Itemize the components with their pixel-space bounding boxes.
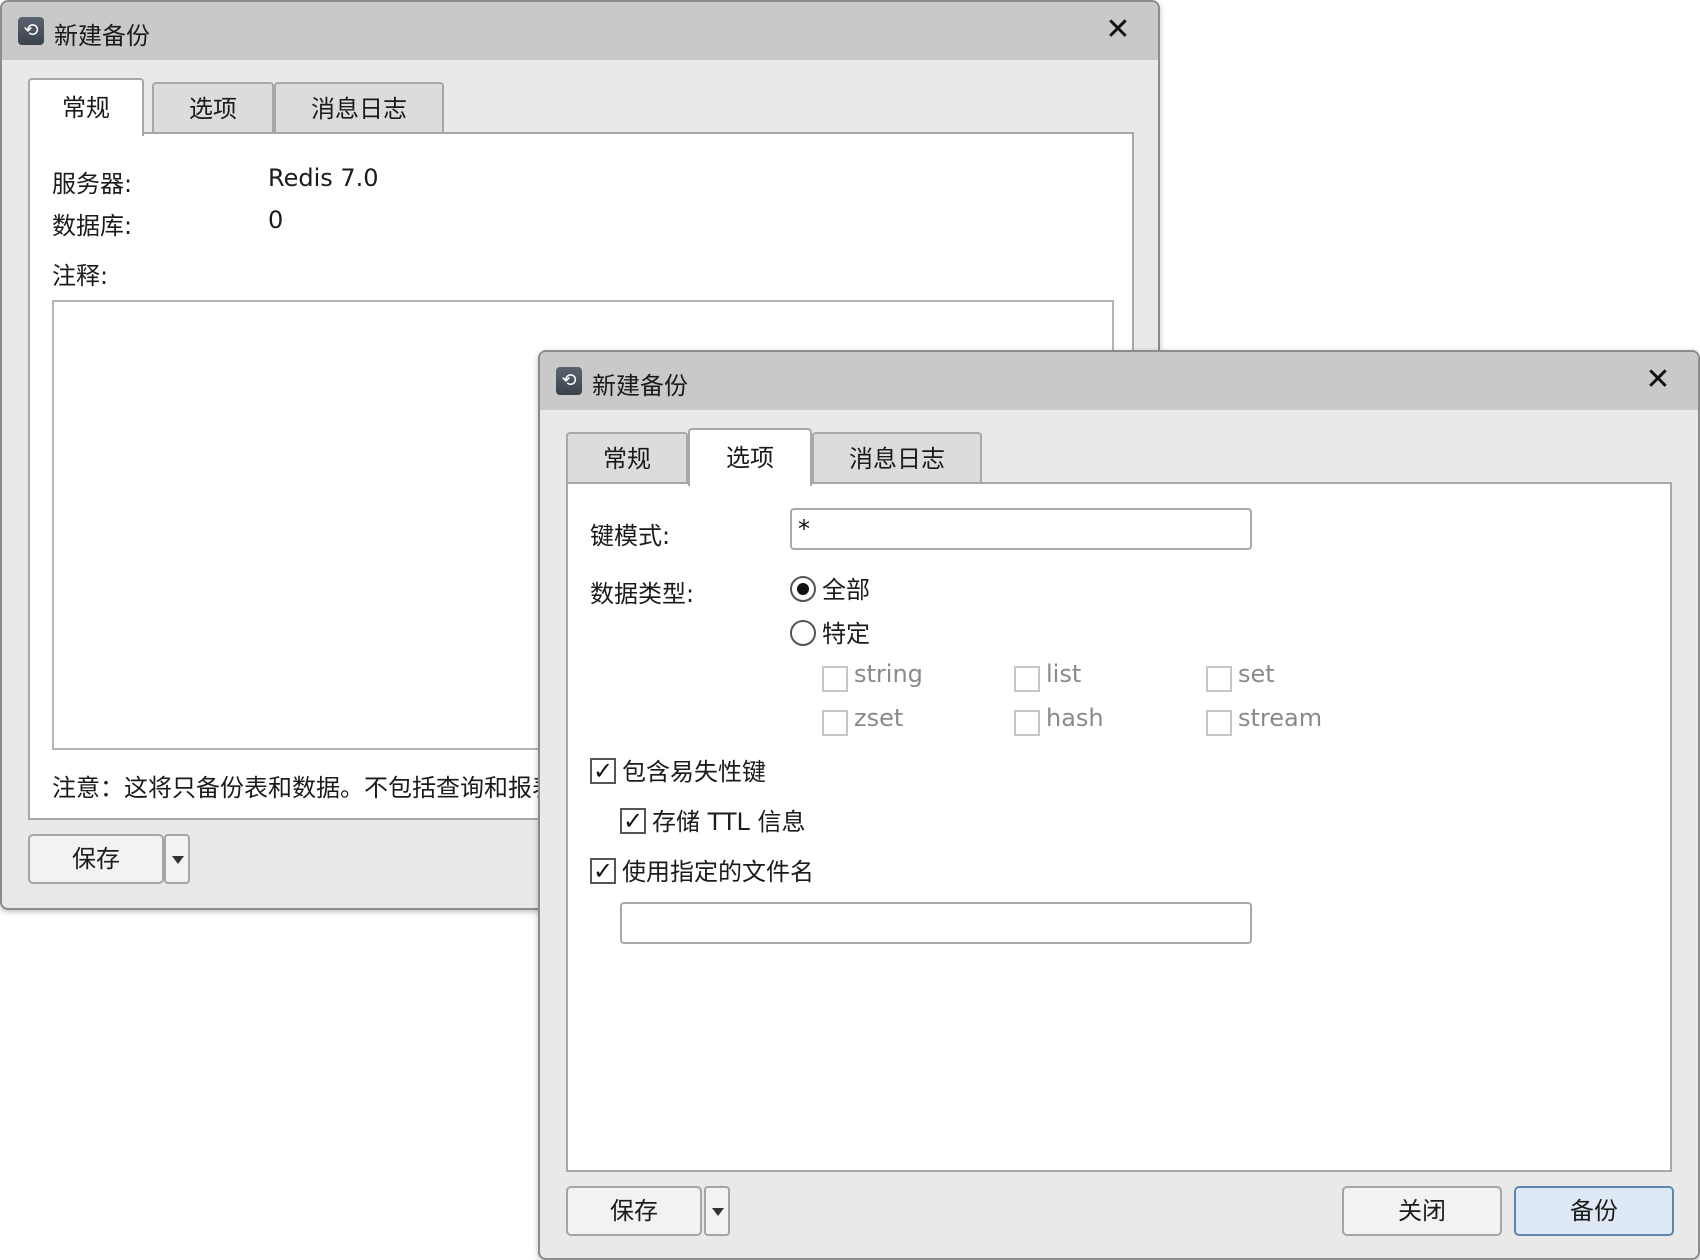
type-string-label: string — [854, 660, 923, 688]
title-bar: ⟲ 新建备份 ✕ — [2, 2, 1158, 60]
checkbox-list[interactable] — [1014, 666, 1040, 692]
radio-all-label: 全部 — [822, 576, 870, 604]
save-dropdown-icon[interactable] — [704, 1186, 730, 1236]
data-type-label: 数据类型: — [590, 580, 695, 608]
backup-restore-icon: ⟲ — [556, 367, 582, 395]
options-panel: 键模式: * 数据类型: 全部 特定 string list set zset … — [566, 482, 1672, 1172]
type-hash-label: hash — [1046, 704, 1104, 732]
tab-general[interactable]: 常规 — [28, 78, 144, 136]
use-filename-label: 使用指定的文件名 — [622, 858, 814, 886]
database-value: 0 — [268, 206, 284, 234]
tab-message-log[interactable]: 消息日志 — [812, 432, 982, 484]
tab-message-log[interactable]: 消息日志 — [274, 82, 444, 134]
store-ttl-label: 存储 TTL 信息 — [652, 808, 806, 836]
checkbox-store-ttl[interactable]: ✓ — [620, 808, 646, 834]
window-title: 新建备份 — [54, 22, 150, 50]
checkbox-stream[interactable] — [1206, 710, 1232, 736]
filename-input[interactable] — [620, 902, 1252, 944]
backup-button[interactable]: 备份 — [1514, 1186, 1674, 1236]
window-title: 新建备份 — [592, 372, 688, 400]
radio-specific-label: 特定 — [822, 620, 870, 648]
server-label: 服务器: — [52, 170, 133, 198]
tab-options[interactable]: 选项 — [152, 82, 274, 134]
backup-window-foreground: ⟲ 新建备份 ✕ 常规 选项 消息日志 键模式: * 数据类型: 全部 特定 s… — [538, 350, 1700, 1260]
close-icon[interactable]: ✕ — [1100, 12, 1136, 48]
database-label: 数据库: — [52, 212, 133, 240]
save-dropdown-icon[interactable] — [164, 834, 190, 884]
type-stream-label: stream — [1238, 704, 1323, 732]
checkbox-use-filename[interactable]: ✓ — [590, 858, 616, 884]
backup-note: 注意：这将只备份表和数据。不包括查询和报表 — [52, 774, 556, 802]
title-bar: ⟲ 新建备份 ✕ — [540, 352, 1698, 410]
type-zset-label: zset — [854, 704, 904, 732]
checkbox-zset[interactable] — [822, 710, 848, 736]
type-list-label: list — [1046, 660, 1082, 688]
checkbox-string[interactable] — [822, 666, 848, 692]
include-volatile-label: 包含易失性键 — [622, 758, 766, 786]
key-pattern-input[interactable]: * — [790, 508, 1252, 550]
server-value: Redis 7.0 — [268, 164, 379, 192]
checkbox-hash[interactable] — [1014, 710, 1040, 736]
key-pattern-label: 键模式: — [590, 522, 671, 550]
backup-restore-icon: ⟲ — [18, 17, 44, 45]
checkbox-set[interactable] — [1206, 666, 1232, 692]
tab-general[interactable]: 常规 — [566, 432, 688, 484]
save-button[interactable]: 保存 — [28, 834, 164, 884]
type-set-label: set — [1238, 660, 1275, 688]
tab-options[interactable]: 选项 — [688, 428, 812, 486]
checkbox-include-volatile[interactable]: ✓ — [590, 758, 616, 784]
save-button[interactable]: 保存 — [566, 1186, 702, 1236]
close-button[interactable]: 关闭 — [1342, 1186, 1502, 1236]
close-icon[interactable]: ✕ — [1640, 362, 1676, 398]
radio-specific[interactable] — [790, 620, 816, 646]
comment-label: 注释: — [52, 262, 109, 290]
radio-all[interactable] — [790, 576, 816, 602]
